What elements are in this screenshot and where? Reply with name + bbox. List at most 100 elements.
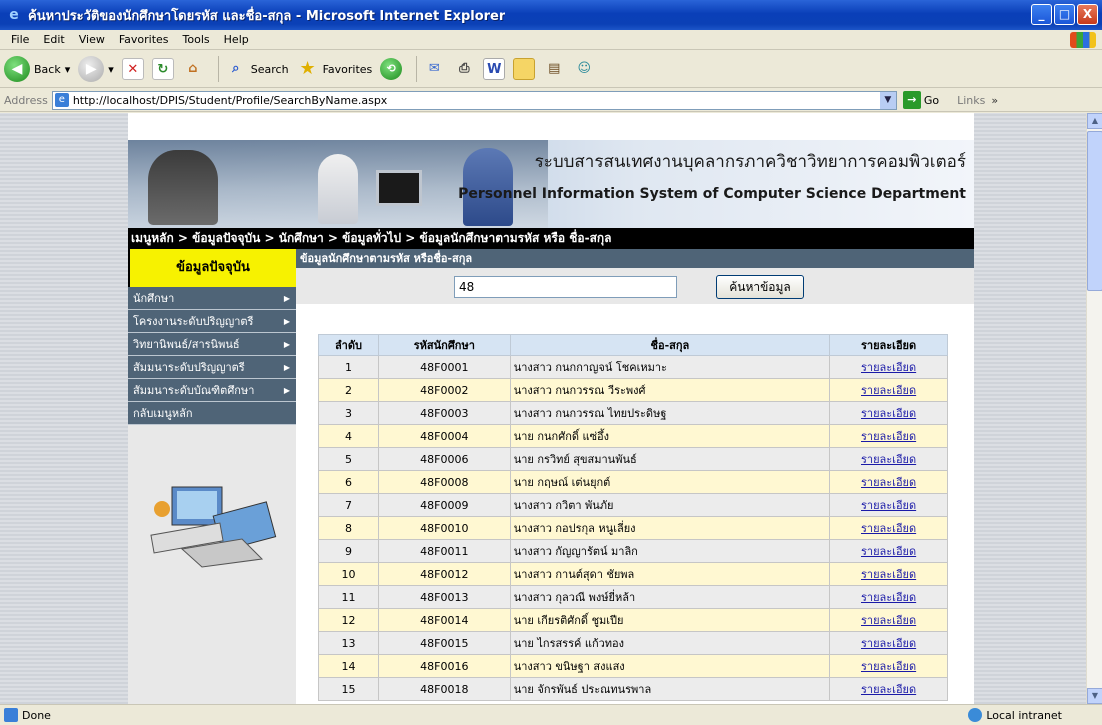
student-id: 48F0015 bbox=[377, 631, 511, 655]
student-name: นางสาว กุลวณี พงษ์ยี่หล้า bbox=[509, 585, 831, 609]
minimize-button[interactable]: _ bbox=[1031, 4, 1052, 25]
close-button[interactable]: X bbox=[1077, 4, 1098, 25]
detail-link[interactable]: รายละเอียด bbox=[861, 476, 916, 489]
internet-explorer-icon: e bbox=[9, 7, 19, 23]
student-name: นาย กฤษณ์ เต่นยุกต์ bbox=[509, 470, 831, 494]
menu-view[interactable]: View bbox=[79, 33, 105, 46]
web-page: ระบบสารสนเทศงานบุคลากรภาควิชาวิทยาการคอม… bbox=[128, 113, 974, 704]
chevron-down-icon: ▾ bbox=[64, 62, 71, 76]
detail-link[interactable]: รายละเอียด bbox=[861, 591, 916, 604]
messenger-icon: ☺ bbox=[577, 61, 592, 76]
print-button[interactable]: ⎙ bbox=[453, 58, 475, 80]
menu-tools[interactable]: Tools bbox=[183, 33, 210, 46]
folder-icon bbox=[513, 58, 536, 80]
row-number: 15 bbox=[318, 677, 379, 701]
student-id: 48F0012 bbox=[377, 562, 511, 586]
scroll-down-icon[interactable]: ▼ bbox=[1087, 688, 1102, 704]
search-data-button[interactable]: ค้นหาข้อมูล bbox=[716, 275, 804, 299]
home-button[interactable]: ⌂ bbox=[182, 58, 204, 80]
detail-link[interactable]: รายละเอียด bbox=[861, 361, 916, 374]
detail-link: รายละเอียด bbox=[829, 401, 948, 425]
status-bar: Done Local intranet bbox=[0, 704, 1102, 725]
word-icon: W bbox=[483, 58, 506, 80]
sidebar-item-main-menu[interactable]: กลับเมนูหลัก bbox=[128, 402, 296, 425]
detail-link[interactable]: รายละเอียด bbox=[861, 568, 916, 581]
row-number: 12 bbox=[318, 608, 379, 632]
detail-link: รายละเอียด bbox=[829, 631, 948, 655]
chevron-down-icon[interactable]: ▼ bbox=[879, 91, 896, 109]
detail-link: รายละเอียด bbox=[829, 378, 948, 402]
back-button[interactable]: ◀ Back ▾ bbox=[4, 56, 70, 82]
table-row: 1 48F0001 นางสาว กนกกาญจน์ โชคเหมาะ รายละเอ… bbox=[318, 355, 948, 379]
detail-link[interactable]: รายละเอียด bbox=[861, 499, 916, 512]
table-row: 6 48F0008 นาย กฤษณ์ เต่นยุกต์ รายละเอียด bbox=[318, 470, 948, 494]
globe-icon bbox=[968, 708, 983, 722]
folder-button[interactable] bbox=[513, 58, 536, 80]
sidebar-item-bachelor-projects[interactable]: โครงงานระดับปริญญาตรี ▶ bbox=[128, 310, 296, 333]
student-id: 48F0006 bbox=[377, 447, 511, 471]
vertical-scrollbar[interactable]: ▲ ▼ bbox=[1086, 113, 1102, 704]
history-button[interactable]: ⟲ bbox=[380, 58, 403, 80]
search-button[interactable]: ⌕ Search bbox=[225, 58, 288, 80]
stop-icon: ✕ bbox=[121, 58, 144, 80]
menu-file[interactable]: File bbox=[11, 33, 29, 46]
table-row: 2 48F0002 นางสาว กนกวรรณ วีระพงศ์ รายละเอีย… bbox=[318, 378, 948, 402]
messenger-button[interactable]: ☺ bbox=[573, 58, 595, 80]
favorites-button[interactable]: ★ Favorites bbox=[297, 58, 373, 80]
table-row: 8 48F0010 นางสาว กอปรกุล หนูเลี่ยง รายละเอี… bbox=[318, 516, 948, 540]
forward-button[interactable]: ▶ ▾ bbox=[78, 56, 114, 82]
detail-link: รายละเอียด bbox=[829, 493, 948, 517]
menu-help[interactable]: Help bbox=[224, 33, 249, 46]
scrollbar-thumb[interactable] bbox=[1087, 131, 1102, 291]
scroll-up-icon[interactable]: ▲ bbox=[1087, 113, 1102, 129]
row-number: 9 bbox=[318, 539, 379, 563]
go-button[interactable]: → Go bbox=[902, 91, 939, 109]
links-label[interactable]: Links bbox=[957, 94, 985, 107]
row-number: 6 bbox=[318, 470, 379, 494]
menu-edit[interactable]: Edit bbox=[43, 33, 64, 46]
table-row: 14 48F0016 นางสาว ขนิษฐา สงแสง รายละเอียด bbox=[318, 654, 948, 678]
breadcrumb[interactable]: เมนูหลัก > ข้อมูลปัจจุบัน > นักศึกษา > ข… bbox=[128, 228, 974, 249]
refresh-button[interactable]: ↻ bbox=[151, 58, 174, 80]
sidebar-item-bachelor-seminar[interactable]: สัมมนาระดับปริญญาตรี ▶ bbox=[128, 356, 296, 379]
sidebar-item-graduate-seminar[interactable]: สัมมนาระดับบัณฑิตศึกษา ▶ bbox=[128, 379, 296, 402]
windows-logo-icon bbox=[1070, 32, 1096, 48]
sidebar: ข้อมูลปัจจุบัน นักศึกษา ▶ โครงงานระดับปริ… bbox=[128, 249, 296, 704]
menu-favorites[interactable]: Favorites bbox=[119, 33, 169, 46]
detail-link[interactable]: รายละเอียด bbox=[861, 453, 916, 466]
detail-link[interactable]: รายละเอียด bbox=[861, 522, 916, 535]
row-number: 3 bbox=[318, 401, 379, 425]
detail-link[interactable]: รายละเอียด bbox=[861, 683, 916, 696]
chevron-right-icon[interactable]: » bbox=[991, 94, 998, 107]
detail-link[interactable]: รายละเอียด bbox=[861, 660, 916, 673]
edit-button[interactable]: W bbox=[483, 58, 506, 80]
research-button[interactable]: ▤ bbox=[543, 58, 565, 80]
page-icon: e bbox=[54, 93, 69, 107]
student-name: นาย กนกศักดิ์ แซ่อึ้ง bbox=[509, 424, 831, 448]
table-row: 15 48F0018 นาย จักรพันธ์ ประณทนรพาล รายละเอ… bbox=[318, 677, 948, 701]
status-text: Done bbox=[22, 708, 51, 722]
student-id: 48F0010 bbox=[377, 516, 511, 540]
stop-button[interactable]: ✕ bbox=[121, 58, 144, 80]
zone-label: Local intranet bbox=[986, 708, 1062, 722]
detail-link[interactable]: รายละเอียด bbox=[861, 545, 916, 558]
address-input[interactable]: e http://localhost/DPIS/Student/Profile/… bbox=[51, 90, 897, 110]
refresh-icon: ↻ bbox=[151, 58, 174, 80]
detail-link[interactable]: รายละเอียด bbox=[861, 407, 916, 420]
sidebar-item-students[interactable]: นักศึกษา ▶ bbox=[128, 287, 296, 310]
sidebar-item-thesis[interactable]: วิทยานิพนธ์/สารนิพนธ์ ▶ bbox=[128, 333, 296, 356]
row-number: 8 bbox=[318, 516, 379, 540]
detail-link: รายละเอียด bbox=[829, 447, 948, 471]
research-icon: ▤ bbox=[548, 61, 561, 76]
student-name: นางสาว ขนิษฐา สงแสง bbox=[509, 654, 831, 678]
student-name: นางสาว กวิตา พันภัย bbox=[509, 493, 831, 517]
search-input[interactable]: 48 bbox=[454, 276, 677, 298]
maximize-button[interactable]: □ bbox=[1054, 4, 1075, 25]
detail-link[interactable]: รายละเอียด bbox=[861, 430, 916, 443]
detail-link[interactable]: รายละเอียด bbox=[861, 384, 916, 397]
mail-button[interactable]: ✉ bbox=[423, 58, 445, 80]
search-row: 48 ค้นหาข้อมูล bbox=[296, 268, 974, 304]
detail-link[interactable]: รายละเอียด bbox=[861, 637, 916, 650]
page-icon bbox=[4, 708, 18, 722]
detail-link[interactable]: รายละเอียด bbox=[861, 614, 916, 627]
